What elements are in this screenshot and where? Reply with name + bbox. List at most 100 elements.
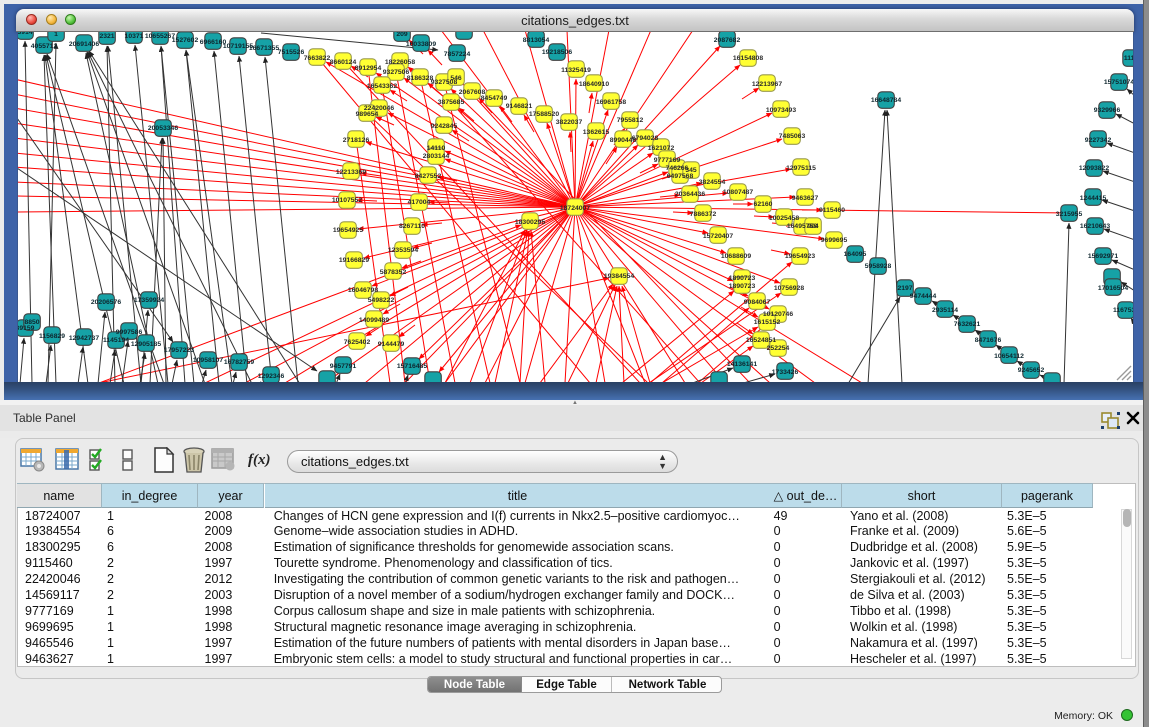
svg-text:2803144: 2803144: [423, 153, 450, 160]
svg-text:18300295: 18300295: [515, 219, 545, 226]
svg-text:14136141: 14136141: [727, 361, 757, 368]
svg-text:12942737: 12942737: [69, 335, 99, 342]
svg-text:8427552: 8427552: [415, 173, 442, 180]
svg-text:5878352: 5878352: [380, 269, 407, 276]
svg-text:1621072: 1621072: [648, 145, 675, 152]
svg-text:16782759: 16782759: [224, 359, 254, 366]
svg-text:17588520: 17588520: [529, 111, 559, 118]
svg-text:10688609: 10688609: [721, 253, 751, 260]
svg-text:9242845: 9242845: [431, 123, 458, 130]
svg-text:20206576: 20206576: [91, 299, 121, 306]
svg-text:9777169: 9777169: [654, 157, 681, 164]
svg-text:2321: 2321: [99, 33, 114, 40]
svg-text:1167533: 1167533: [1113, 307, 1134, 314]
svg-text:7485063: 7485063: [779, 133, 806, 140]
svg-text:10958107: 10958107: [193, 357, 223, 364]
svg-text:19654925: 19654925: [333, 227, 363, 234]
svg-text:2087682: 2087682: [714, 37, 741, 44]
svg-text:9463627: 9463627: [792, 195, 819, 202]
svg-text:10655267: 10655267: [145, 33, 175, 40]
svg-text:10025458: 10025458: [769, 215, 799, 222]
svg-text:3215955: 3215955: [1056, 211, 1083, 218]
svg-text:20364436: 20364436: [675, 191, 705, 198]
svg-text:1890723: 1890723: [729, 283, 756, 290]
svg-text:18640910: 18640910: [579, 81, 609, 88]
svg-text:39159: 39159: [17, 325, 35, 332]
svg-text:12975115: 12975115: [786, 165, 816, 172]
svg-text:7515526: 7515526: [278, 49, 305, 56]
svg-text:20053346: 20053346: [148, 125, 178, 132]
svg-text:62160: 62160: [754, 201, 773, 208]
svg-text:15716485: 15716485: [397, 363, 427, 370]
svg-text:16961758: 16961758: [596, 99, 626, 106]
svg-text:3824554: 3824554: [699, 179, 726, 186]
svg-text:10807487: 10807487: [723, 189, 753, 196]
svg-text:16543362: 16543362: [367, 83, 397, 90]
svg-text:3875685: 3875685: [438, 99, 465, 106]
svg-text:7955812: 7955812: [617, 117, 644, 124]
svg-text:9245652: 9245652: [1018, 367, 1045, 374]
svg-text:12093822: 12093822: [1079, 165, 1109, 172]
svg-text:19654923: 19654923: [785, 253, 815, 260]
svg-text:7632621: 7632621: [954, 321, 981, 328]
svg-text:1362615: 1362615: [583, 129, 610, 136]
svg-text:8471676: 8471676: [975, 337, 1002, 344]
svg-text:16648784: 16648784: [871, 97, 901, 104]
svg-text:8186328: 8186328: [407, 75, 434, 82]
svg-text:1: 1: [54, 32, 58, 38]
svg-text:18724007: 18724007: [560, 205, 590, 212]
svg-text:8267110: 8267110: [399, 223, 425, 230]
svg-text:14099489: 14099489: [359, 317, 389, 324]
svg-text:1615152: 1615152: [754, 319, 781, 326]
svg-text:16046798: 16046798: [348, 287, 378, 294]
svg-text:1145194: 1145194: [103, 337, 129, 344]
svg-text:209: 209: [396, 32, 408, 38]
svg-text:1244415: 1244415: [1080, 195, 1107, 202]
svg-text:9699695: 9699695: [821, 237, 848, 244]
svg-text:8813054: 8813054: [523, 37, 550, 44]
svg-text:904: 904: [807, 223, 819, 230]
svg-text:8912954: 8912954: [355, 65, 382, 72]
svg-text:9084067: 9084067: [744, 299, 771, 306]
svg-text:2718126: 2718126: [343, 137, 370, 144]
svg-text:20691406: 20691406: [69, 41, 99, 48]
svg-text:989654: 989654: [356, 111, 379, 118]
svg-text:10107552: 10107552: [332, 197, 362, 204]
svg-text:7857224: 7857224: [444, 51, 471, 58]
svg-text:18226058: 18226058: [385, 59, 415, 66]
svg-text:2935114: 2935114: [932, 307, 958, 314]
svg-text:19384554: 19384554: [604, 273, 634, 280]
svg-text:12905185: 12905185: [131, 341, 161, 348]
svg-text:417004: 417004: [408, 199, 431, 206]
svg-text:16524851: 16524851: [746, 337, 776, 344]
svg-text:16671355: 16671355: [249, 45, 279, 52]
svg-text:9146821: 9146821: [506, 103, 533, 110]
svg-text:4055712: 4055712: [31, 43, 58, 50]
svg-text:7886372: 7886372: [690, 211, 717, 218]
svg-text:9329966: 9329966: [1094, 107, 1121, 114]
svg-text:10120746: 10120746: [763, 311, 793, 318]
svg-text:10973493: 10973493: [766, 107, 796, 114]
svg-text:6497568: 6497568: [667, 173, 694, 180]
svg-text:345: 345: [685, 167, 697, 174]
svg-text:9227342: 9227342: [1085, 137, 1112, 144]
svg-text:1156829: 1156829: [39, 333, 65, 340]
svg-text:164095: 164095: [844, 251, 867, 258]
svg-text:6794028: 6794028: [632, 135, 659, 142]
svg-text:10756928: 10756928: [774, 285, 804, 292]
svg-text:12213369: 12213369: [336, 169, 366, 176]
svg-text:5498222: 5498222: [368, 297, 395, 304]
svg-text:1292346: 1292346: [258, 373, 285, 380]
svg-text:1890723: 1890723: [729, 275, 756, 282]
svg-text:9457791: 9457791: [330, 363, 357, 370]
svg-text:5958928: 5958928: [865, 263, 892, 270]
svg-text:3914: 3914: [17, 32, 32, 36]
svg-text:9997586: 9997586: [116, 329, 143, 336]
svg-text:8660124: 8660124: [330, 59, 357, 66]
svg-text:7625402: 7625402: [344, 339, 371, 346]
svg-text:10371: 10371: [125, 33, 144, 40]
svg-text:7663822: 7663822: [304, 55, 331, 62]
svg-text:11325419: 11325419: [561, 67, 591, 74]
svg-text:8850: 8850: [24, 319, 39, 326]
svg-text:12353594: 12353594: [388, 247, 418, 254]
